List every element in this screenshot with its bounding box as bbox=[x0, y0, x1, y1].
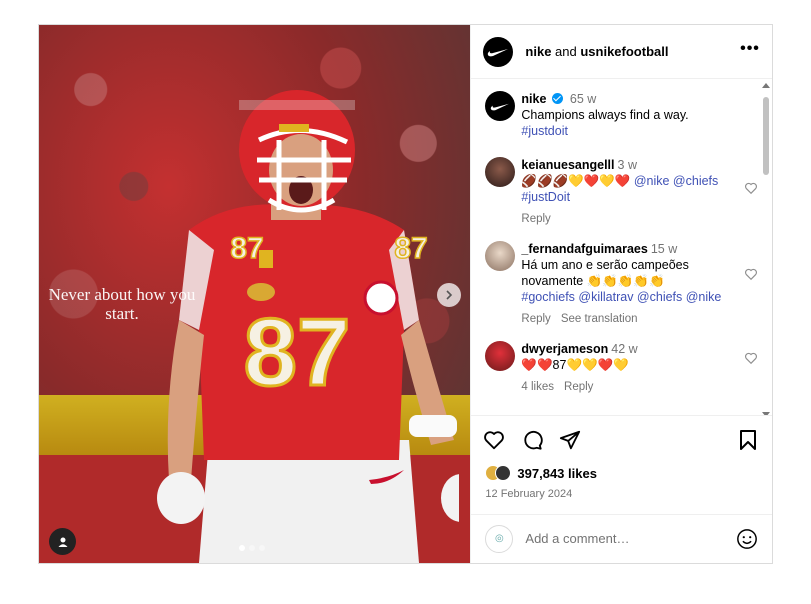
like-button[interactable] bbox=[483, 429, 505, 451]
comments-scrollbar[interactable] bbox=[760, 83, 770, 416]
heart-icon bbox=[484, 430, 505, 449]
share-icon bbox=[560, 430, 581, 449]
svg-text:87: 87 bbox=[230, 232, 263, 265]
carousel-dot bbox=[249, 545, 255, 551]
authors-connector: and bbox=[551, 44, 581, 60]
comment-item: dwyerjameson 42 w ❤️❤️87💛💛❤️💛 4 likes Repl… bbox=[485, 341, 757, 395]
post-dialog: 87 87 87 Never about how you start. nike… bbox=[38, 24, 773, 564]
current-user-avatar: ◎ bbox=[485, 524, 514, 553]
comment-text: ❤️❤️87💛💛❤️💛 bbox=[521, 358, 629, 373]
swoosh-logo-icon bbox=[488, 48, 509, 56]
share-button[interactable] bbox=[559, 429, 581, 451]
caption-avatar[interactable] bbox=[485, 91, 516, 122]
commenter-avatar[interactable] bbox=[485, 241, 516, 272]
more-horizontal-icon: ••• bbox=[740, 39, 760, 57]
reply-button[interactable]: Reply bbox=[564, 381, 593, 393]
save-button[interactable] bbox=[738, 429, 758, 451]
emoji-icon[interactable] bbox=[736, 528, 758, 550]
likes-count: 397,843 likes bbox=[517, 465, 597, 481]
comment-input[interactable] bbox=[525, 531, 736, 547]
comment-time: 15 w bbox=[650, 242, 678, 257]
carousel-dot bbox=[259, 545, 265, 551]
comment-time: 3 w bbox=[617, 158, 637, 173]
comment-time: 42 w bbox=[611, 342, 638, 357]
comment-button[interactable] bbox=[521, 429, 544, 451]
see-translation-button[interactable]: See translation bbox=[561, 313, 638, 325]
swoosh-logo-icon bbox=[491, 103, 510, 110]
caption-hashtag[interactable]: #justdoit bbox=[521, 124, 568, 138]
reply-button[interactable]: Reply bbox=[521, 213, 550, 225]
collaborator-username[interactable]: usnikefootball bbox=[580, 44, 668, 59]
carousel-dot bbox=[239, 545, 245, 551]
svg-text:87: 87 bbox=[394, 232, 427, 265]
chevron-right-icon bbox=[446, 290, 453, 300]
caption-text: Champions always find a way. bbox=[521, 108, 689, 123]
caption-time: 65 w bbox=[569, 92, 597, 107]
liker-avatar bbox=[495, 465, 512, 482]
comment-item: _fernandafguimaraes 15 w Há um ano e serã… bbox=[485, 241, 757, 327]
comment-icon bbox=[524, 430, 544, 450]
comment-text: Há um ano e serão campeões novamente 👏👏👏… bbox=[521, 258, 689, 289]
comment-username[interactable]: keianuesangelll bbox=[521, 158, 614, 172]
comment-item: keianuesangelll 3 w 🏈🏈🏈💛❤️💛❤️ @nike @chie… bbox=[485, 157, 757, 227]
post-header: nike and usnikefootball ••• bbox=[471, 25, 772, 80]
post-authors: nike and usnikefootball bbox=[525, 44, 740, 59]
add-comment-bar: ◎ bbox=[471, 513, 772, 563]
author-avatar[interactable] bbox=[483, 36, 514, 67]
user-icon bbox=[58, 537, 67, 547]
comments-list: nike 65 w Champions always find a way. #… bbox=[471, 79, 772, 416]
author-username[interactable]: nike bbox=[525, 44, 551, 59]
caption-username[interactable]: nike bbox=[521, 92, 546, 106]
heart-icon[interactable] bbox=[744, 181, 758, 195]
tagged-users-button[interactable] bbox=[49, 528, 76, 555]
heart-icon[interactable] bbox=[744, 351, 758, 365]
verified-badge-icon bbox=[552, 93, 564, 105]
scroll-down-icon[interactable] bbox=[762, 412, 770, 416]
scroll-up-icon[interactable] bbox=[762, 83, 770, 89]
caption: nike 65 w Champions always find a way. #… bbox=[485, 91, 750, 139]
post-media[interactable]: 87 87 87 Never about how you start. bbox=[39, 25, 471, 563]
bookmark-icon bbox=[740, 429, 756, 450]
comment-text: 🏈🏈🏈💛❤️💛❤️ bbox=[521, 174, 631, 189]
comment-username[interactable]: _fernandafguimaraes bbox=[521, 242, 647, 256]
carousel-dots bbox=[239, 545, 265, 551]
post-date: 12 February 2024 bbox=[485, 488, 573, 501]
post-actions bbox=[471, 415, 772, 462]
carousel-next-button[interactable] bbox=[437, 283, 461, 307]
commenter-avatar[interactable] bbox=[485, 341, 516, 372]
reply-button[interactable]: Reply bbox=[521, 313, 550, 325]
comment-username[interactable]: dwyerjameson bbox=[521, 342, 608, 356]
commenter-avatar[interactable] bbox=[485, 157, 516, 188]
more-options-button[interactable]: ••• bbox=[740, 40, 760, 58]
heart-icon[interactable] bbox=[744, 267, 758, 281]
likes-summary[interactable]: 397,843 likes bbox=[471, 463, 772, 485]
post-side-panel: nike and usnikefootball ••• nike 65 w Ch… bbox=[470, 25, 772, 563]
comment-likes[interactable]: 4 likes bbox=[521, 381, 554, 393]
comment-mentions[interactable]: #gochiefs @killatrav @chiefs @nike bbox=[521, 290, 721, 304]
svg-text:87: 87 bbox=[244, 299, 351, 406]
overlay-caption: Never about how you start. bbox=[48, 285, 196, 323]
scrollbar-thumb[interactable] bbox=[763, 97, 769, 176]
